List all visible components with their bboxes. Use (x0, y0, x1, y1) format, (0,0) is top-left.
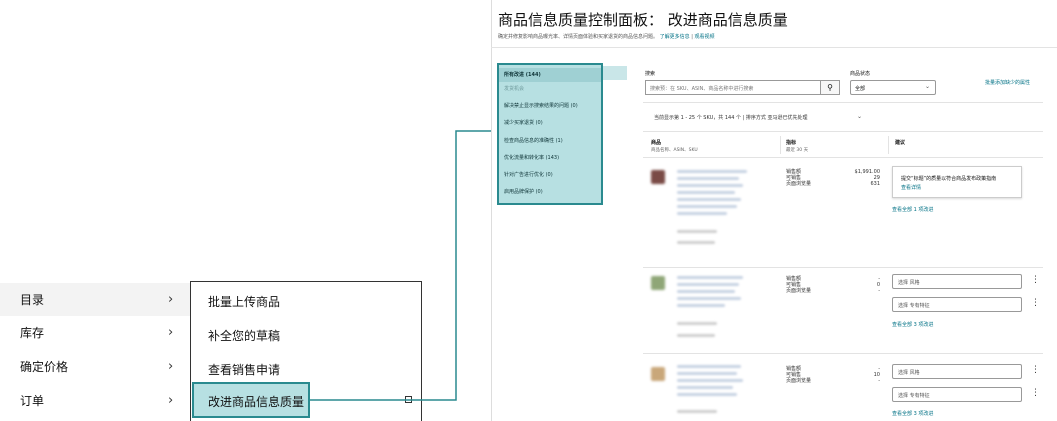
product-title-blurred (677, 386, 733, 389)
category-ads[interactable]: 针对广告进行优化 (0) (504, 171, 553, 178)
more-options-icon[interactable]: ⋮ (1031, 365, 1040, 375)
suggestion-card: 提交“标题”的质量以符合商品发布政策指南 查看详情 (892, 166, 1022, 198)
divider (491, 47, 1057, 48)
metric-values: - 10 - (840, 366, 880, 384)
view-details-link[interactable]: 查看详情 (901, 184, 921, 191)
metric-labels: 销售额 可销售 页面浏览量 (786, 276, 811, 294)
metric-label-pageviews: 页面浏览量 (786, 378, 812, 384)
column-header-metrics: 指标 (786, 140, 797, 146)
subtitle-separator: | (691, 34, 693, 40)
metric-labels: 销售额 可销售 页面浏览量 (786, 169, 811, 187)
product-title-blurred (677, 393, 737, 396)
category-returns[interactable]: 减少买家退货 (0) (504, 119, 543, 126)
product-title-blurred (677, 304, 725, 307)
sku-blurred (677, 241, 715, 244)
product-thumbnail[interactable] (651, 367, 665, 381)
category-suppressed[interactable]: 解决禁止显示搜索结果的问题 (0) (504, 102, 578, 109)
metric-value-pageviews: - (878, 378, 880, 384)
column-header-suggestion: 建议 (895, 140, 906, 146)
category-brand[interactable]: 启用品牌保护 (0) (504, 188, 543, 195)
metric-value-pageviews: - (878, 288, 880, 294)
special-feature-select[interactable]: 选择 专有特征 (892, 297, 1022, 312)
divider (643, 131, 1043, 132)
metric-labels: 销售额 可销售 页面浏览量 (786, 366, 811, 384)
search-input[interactable]: 搜索预：在 SKU、ASIN、商品名称中进行搜索 (645, 80, 821, 95)
watch-video-link[interactable]: 观看视频 (695, 34, 715, 40)
divider (643, 353, 1043, 354)
asin-blurred (677, 322, 717, 325)
sku-blurred (677, 334, 715, 337)
chevron-down-icon: ⌄ (924, 83, 930, 90)
product-title-blurred (677, 290, 735, 293)
column-header-product: 商品 (651, 140, 662, 146)
column-divider (780, 136, 781, 154)
product-title-blurred (677, 177, 739, 180)
chevron-down-icon[interactable]: ⌄ (857, 113, 862, 120)
page-subtitle: 确定并修复影响商品曝光率、详情页面体验和买家退货的商品信息问题。 了解更多信息 … (498, 33, 715, 40)
subtitle-text: 确定并修复影响商品曝光率、详情页面体验和买家退货的商品信息问题。 (498, 34, 659, 40)
status-value: 全部 (855, 86, 866, 92)
product-title-blurred (677, 283, 739, 286)
product-title-blurred (677, 191, 735, 194)
product-title-blurred (677, 297, 741, 300)
product-title-blurred (677, 379, 743, 382)
metric-value-pageviews: 631 (870, 181, 880, 187)
column-subheader-metrics: 最近 30 天 (786, 148, 809, 153)
style-select[interactable]: 选择 风格 (892, 274, 1022, 289)
page-title: 商品信息质量控制面板： 改进商品信息质量 (498, 11, 788, 29)
view-all-improvements-link[interactable]: 查看全部 1 项改进 (892, 206, 933, 213)
asin-blurred (677, 410, 717, 413)
special-feature-select[interactable]: 选择 专有特征 (892, 387, 1022, 402)
metric-label-pageviews: 页面浏览量 (786, 288, 812, 294)
product-thumbnail[interactable] (651, 170, 665, 184)
category-traffic[interactable]: 优化流量和转化率 (143) (504, 154, 559, 161)
metric-values: $1,991.00 29 631 (840, 169, 880, 187)
product-title-blurred (677, 184, 743, 187)
style-select[interactable]: 选择 风格 (892, 364, 1022, 379)
results-summary: 当前显示第 1 - 25 个 SKU，共 144 个 | 排序方式 亚马逊已优先… (654, 115, 808, 121)
view-all-improvements-link[interactable]: 查看全部 3 项改进 (892, 321, 933, 328)
column-subheader-product: 商品名称、ASIN、SKU (651, 148, 698, 153)
search-label: 搜索 (645, 71, 656, 77)
divider (643, 102, 1043, 103)
search-icon[interactable]: ⚲ (820, 80, 840, 95)
category-shipping[interactable]: 发货机会 (504, 85, 524, 92)
more-options-icon[interactable]: ⋮ (1031, 388, 1040, 398)
status-select[interactable]: 全部 ⌄ (850, 80, 936, 95)
bulk-add-attributes-link[interactable]: 批量添加缺少的属性 (985, 79, 1030, 86)
category-accuracy[interactable]: 检查商品信息的准确性 (1) (504, 137, 563, 144)
category-list: 所有改进 (144) 发货机会 解决禁止显示搜索结果的问题 (0) 减少买家退货… (497, 63, 603, 205)
product-thumbnail[interactable] (651, 276, 665, 290)
status-label: 商品状态 (850, 71, 871, 77)
suggestion-title: 提交“标题”的质量以符合商品发布政策指南 (901, 176, 997, 182)
metric-label-pageviews: 页面浏览量 (786, 181, 812, 187)
asin-blurred (677, 230, 717, 233)
product-title-blurred (677, 365, 741, 368)
product-title-blurred (677, 276, 743, 279)
divider (643, 267, 1043, 268)
product-title-blurred (677, 198, 741, 201)
metric-values: - 0 - (840, 276, 880, 294)
product-title-blurred (677, 170, 747, 173)
product-title-blurred (677, 212, 727, 215)
divider (643, 157, 1043, 158)
product-title-blurred (677, 372, 737, 375)
learn-more-link[interactable]: 了解更多信息 (660, 34, 690, 40)
more-options-icon[interactable]: ⋮ (1031, 275, 1040, 285)
view-all-improvements-link[interactable]: 查看全部 3 项改进 (892, 410, 933, 417)
product-title-blurred (677, 205, 737, 208)
column-divider (888, 136, 889, 154)
more-options-icon[interactable]: ⋮ (1031, 298, 1040, 308)
category-all[interactable]: 所有改进 (144) (504, 71, 541, 78)
